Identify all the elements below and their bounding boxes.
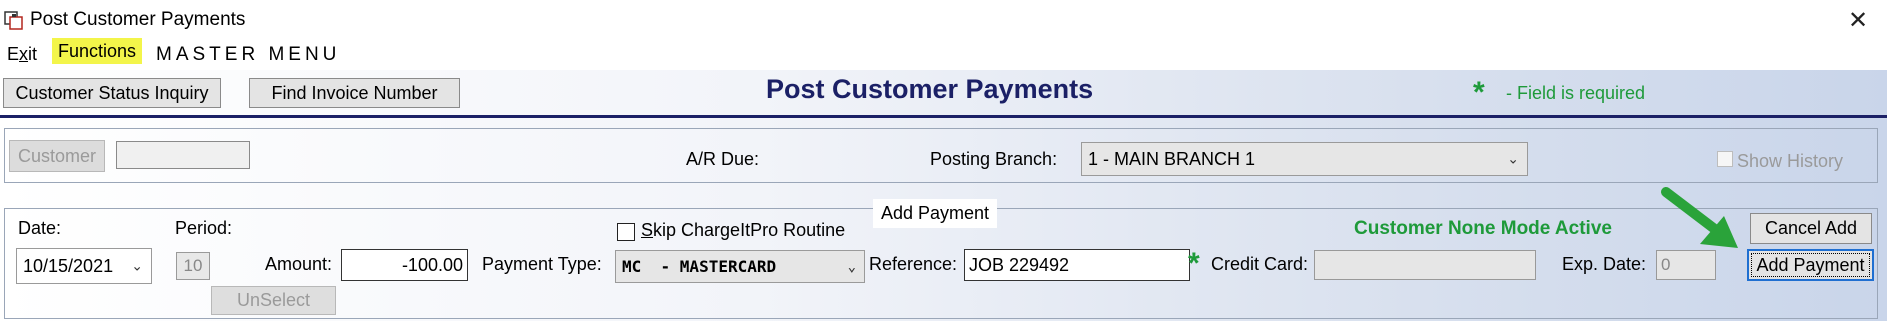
posting-branch-label: Posting Branch: (930, 149, 1058, 169)
required-star-icon: * (1188, 247, 1200, 280)
required-star-icon: * (1473, 76, 1485, 109)
ar-due-label: A/R Due: (686, 149, 760, 169)
period-input[interactable]: 10 (176, 252, 210, 280)
date-value: 10/15/2021 (23, 255, 114, 276)
reference-label: Reference: (869, 254, 958, 274)
period-label: Period: (175, 218, 233, 238)
page-title: Post Customer Payments (766, 74, 1094, 104)
payment-type-label: Payment Type: (482, 254, 602, 274)
required-legend: - Field is required (1506, 83, 1646, 103)
find-invoice-number-button[interactable]: Find Invoice Number (249, 78, 460, 108)
unselect-button[interactable]: UnSelect (211, 286, 336, 315)
skip-chargeitpro-label[interactable]: Skip ChargeItPro Routine (641, 220, 845, 241)
date-label: Date: (18, 218, 62, 238)
header-divider (0, 115, 1887, 118)
chevron-down-icon: ⌄ (131, 257, 143, 274)
skip-chargeitpro-checkbox[interactable] (617, 223, 635, 241)
menu-exit[interactable]: Exit (1, 42, 43, 67)
date-select[interactable]: 10/15/2021 ⌄ (16, 248, 152, 284)
app-icon (4, 11, 23, 30)
payment-type-select[interactable]: MC - MASTERCARD ⌄ (615, 250, 865, 283)
window-title: Post Customer Payments (30, 9, 246, 30)
posting-branch-select[interactable]: 1 - MAIN BRANCH 1 ⌄ (1081, 142, 1528, 176)
posting-branch-value: 1 - MAIN BRANCH 1 (1088, 148, 1256, 169)
cancel-add-button[interactable]: Cancel Add (1750, 213, 1872, 244)
exp-date-input[interactable]: 0 (1656, 250, 1716, 280)
show-history-checkbox[interactable] (1717, 151, 1733, 167)
exp-date-label: Exp. Date: (1562, 254, 1647, 274)
customer-button[interactable]: Customer (9, 140, 105, 172)
menu-functions[interactable]: Functions (52, 38, 143, 64)
close-icon[interactable]: ✕ (1848, 6, 1868, 35)
mode-status-text: Customer None Mode Active (1354, 218, 1612, 239)
green-arrow-icon (1661, 187, 1738, 248)
chevron-down-icon: ⌄ (847, 258, 856, 275)
menu-master-menu[interactable]: MASTER MENU (150, 42, 346, 68)
amount-label: Amount: (265, 254, 333, 274)
title-bar (0, 0, 1887, 40)
chevron-down-icon: ⌄ (1507, 150, 1519, 167)
add-payment-button[interactable]: Add Payment (1747, 249, 1874, 281)
amount-input[interactable]: -100.00 (341, 249, 468, 281)
payment-type-value: MC - MASTERCARD (622, 257, 777, 276)
show-history-label: Show History (1737, 151, 1844, 171)
reference-input[interactable]: JOB 229492 (964, 249, 1190, 281)
customer-input[interactable] (116, 141, 250, 169)
credit-card-input[interactable] (1314, 250, 1536, 280)
credit-card-label: Credit Card: (1211, 254, 1309, 274)
add-payment-legend: Add Payment (873, 199, 998, 228)
customer-status-inquiry-button[interactable]: Customer Status Inquiry (3, 78, 221, 108)
